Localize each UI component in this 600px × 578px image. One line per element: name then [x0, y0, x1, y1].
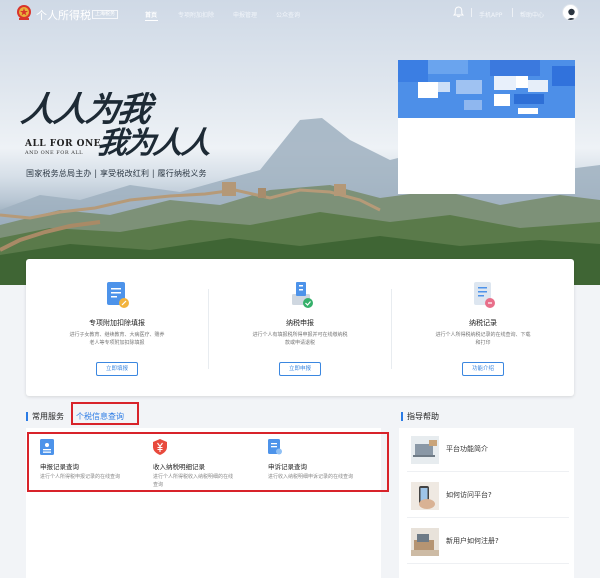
divider	[407, 563, 569, 564]
nav-special-deduction[interactable]: 专项附加扣除	[178, 10, 214, 19]
help-how-to-access[interactable]: 如何访问平台?	[446, 490, 492, 500]
divider	[407, 517, 569, 518]
help-thumbnail	[411, 482, 439, 510]
service-tax-declaration: 纳税申报 进行个人有填报税所得申报并可在线缴纳税 款或申请退税 立即申报	[209, 259, 391, 396]
national-emblem-icon[interactable]	[16, 4, 32, 21]
common-services-title: 常用服务	[32, 412, 64, 421]
nav-declaration-management[interactable]: 申报管理	[233, 10, 257, 19]
nav-public-query[interactable]: 公众查询	[276, 10, 300, 19]
service-title: 专项附加扣除填报	[89, 319, 145, 327]
guide-help-title: 指导帮助	[407, 412, 439, 421]
section-accent-bar	[401, 412, 403, 421]
help-item[interactable]: 如何访问平台?	[399, 474, 574, 518]
bell-icon[interactable]	[453, 6, 464, 18]
region-badge: 上海税务	[92, 10, 119, 19]
service-desc: 进行子女教育、继续教育、大病医疗、赡养 老人等专项附加扣除填报	[69, 332, 165, 346]
laptop-photo-icon	[411, 436, 439, 464]
brand-title[interactable]: 个人所得税	[36, 7, 91, 23]
highlight-box-tab	[71, 402, 139, 425]
slogan-english-2: AND ONE FOR ALL	[25, 150, 83, 156]
slogan-english-1: ALL FOR ONE	[25, 139, 102, 149]
hand-phone-photo-icon	[411, 482, 439, 510]
help-thumbnail	[411, 436, 439, 464]
help-item[interactable]: 平台功能简介	[399, 428, 574, 472]
service-title: 纳税申报	[286, 319, 314, 327]
help-thumbnail	[411, 528, 439, 556]
nav-home[interactable]: 首页	[145, 10, 157, 19]
hero-motto: 国家税务总局主办 | 享受税改红利 | 履行纳税义务	[26, 169, 207, 178]
fill-now-button[interactable]: 立即填报	[96, 362, 138, 376]
declare-now-button[interactable]: 立即申报	[279, 362, 321, 376]
desk-photo-icon	[411, 528, 439, 556]
help-item[interactable]: 新用户如何注册?	[399, 520, 574, 564]
service-special-deduction: 专项附加扣除填报 进行子女教育、继续教育、大病医疗、赡养 老人等专项附加扣除填报…	[26, 259, 208, 396]
highlight-box-items	[27, 432, 389, 492]
nav-active-underline	[145, 20, 158, 21]
service-desc: 进行个人有填报税所得申报并可在线缴纳税 款或申请退税	[252, 332, 348, 346]
nav-divider	[471, 8, 472, 17]
main-services-card: 专项附加扣除填报 进行子女教育、继续教育、大病医疗、赡养 老人等专项附加扣除填报…	[26, 259, 574, 396]
mobile-app-link[interactable]: 手机APP	[479, 10, 502, 19]
login-panel-blurred	[398, 60, 575, 194]
slogan-line-2: 我为人人	[95, 126, 212, 161]
feature-intro-button[interactable]: 功能介绍	[462, 362, 504, 376]
help-platform-intro[interactable]: 平台功能简介	[446, 444, 488, 454]
nav-divider	[512, 8, 513, 17]
help-center-link[interactable]: 帮助中心	[520, 10, 544, 19]
service-tax-record: 纳税记录 进行个人所得税纳税记录的在线查询、下载 和打印 功能介绍	[392, 259, 574, 396]
service-title: 纳税记录	[469, 319, 497, 327]
user-icon	[566, 8, 577, 20]
divider	[407, 471, 569, 472]
help-new-user-register[interactable]: 新用户如何注册?	[446, 536, 499, 546]
section-accent-bar	[26, 412, 28, 421]
help-item-partial[interactable]	[399, 566, 574, 578]
user-avatar[interactable]	[562, 4, 579, 21]
tax-record-icon	[474, 282, 495, 308]
document-pen-icon	[107, 282, 129, 308]
help-thumbnail	[411, 574, 439, 578]
service-desc: 进行个人所得税纳税记录的在线查询、下载 和打印	[435, 332, 531, 346]
tax-declare-icon	[292, 282, 313, 308]
top-nav: 个人所得税 上海税务 首页 专项附加扣除 申报管理 公众查询 手机APP 帮助中…	[0, 0, 600, 28]
